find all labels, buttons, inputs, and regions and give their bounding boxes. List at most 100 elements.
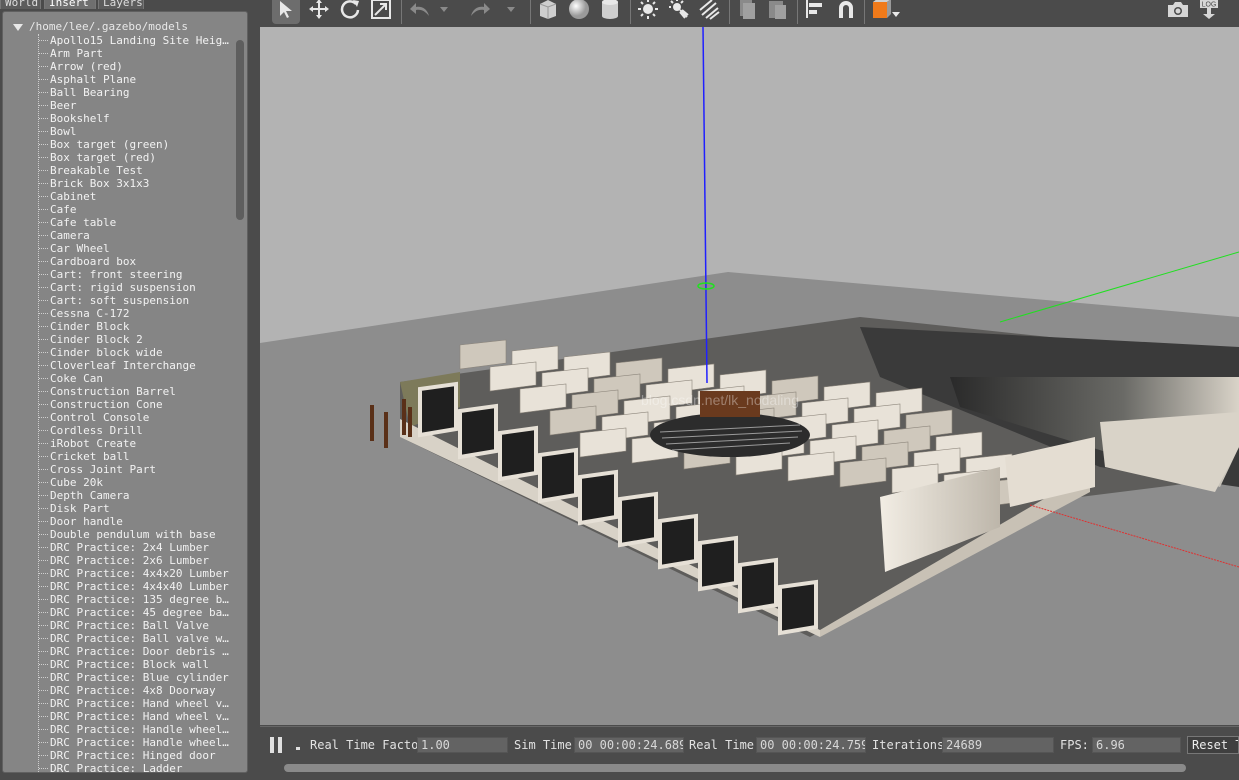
log-icon[interactable]: LOG bbox=[1196, 0, 1224, 24]
list-item[interactable]: Arrow (red) bbox=[39, 60, 235, 73]
undo-icon[interactable] bbox=[406, 0, 434, 24]
list-item[interactable]: Cart: front steering bbox=[39, 268, 235, 281]
copy-icon[interactable] bbox=[733, 0, 761, 24]
tab-insert[interactable]: Insert bbox=[44, 0, 96, 9]
list-item[interactable]: Cross Joint Part bbox=[39, 463, 235, 476]
list-item[interactable]: Beer bbox=[39, 99, 235, 112]
scene-viewport[interactable]: blog.csdn.net/lk_nodaling bbox=[260, 27, 1239, 725]
list-item[interactable]: Cloverleaf Interchange bbox=[39, 359, 235, 372]
align-icon[interactable] bbox=[801, 0, 829, 24]
list-item[interactable]: DRC Practice: Block wall bbox=[39, 658, 235, 671]
list-item[interactable]: DRC Practice: Ball valve wall bbox=[39, 632, 235, 645]
list-item[interactable]: DRC Practice: Hinged door bbox=[39, 749, 235, 762]
paste-icon[interactable] bbox=[763, 0, 791, 24]
list-item[interactable]: Cart: rigid suspension bbox=[39, 281, 235, 294]
screenshot-icon[interactable] bbox=[1164, 0, 1192, 24]
tab-layers[interactable]: Layers bbox=[98, 0, 144, 9]
translate-icon[interactable] bbox=[305, 0, 333, 24]
list-item[interactable]: Camera bbox=[39, 229, 235, 242]
view-angle-icon[interactable] bbox=[868, 0, 902, 24]
undo-history-icon[interactable] bbox=[436, 0, 452, 24]
expand-arrow-icon[interactable] bbox=[13, 23, 23, 31]
list-item[interactable]: Car Wheel bbox=[39, 242, 235, 255]
list-item-label: Car Wheel bbox=[50, 242, 110, 255]
list-item[interactable]: Cafe table bbox=[39, 216, 235, 229]
list-item[interactable]: Cinder Block 2 bbox=[39, 333, 235, 346]
list-item[interactable]: Apollo15 Landing Site Heightmap bbox=[39, 34, 235, 47]
list-item[interactable]: Cafe bbox=[39, 203, 235, 216]
list-item[interactable]: DRC Practice: 4x4x20 Lumber bbox=[39, 567, 235, 580]
list-item[interactable]: Control Console bbox=[39, 411, 235, 424]
list-item[interactable]: Cardboard box bbox=[39, 255, 235, 268]
list-item[interactable]: Construction Cone bbox=[39, 398, 235, 411]
list-item[interactable]: Cinder block wide bbox=[39, 346, 235, 359]
directional-light-icon[interactable] bbox=[695, 0, 723, 24]
tree-branch-line bbox=[39, 157, 48, 158]
list-item[interactable]: Cessna C-172 bbox=[39, 307, 235, 320]
list-item[interactable]: Bowl bbox=[39, 125, 235, 138]
list-item[interactable]: Bookshelf bbox=[39, 112, 235, 125]
scale-icon[interactable] bbox=[367, 0, 395, 24]
list-item[interactable]: DRC Practice: Ladder bbox=[39, 762, 235, 772]
list-item[interactable]: Cube 20k bbox=[39, 476, 235, 489]
rotate-icon[interactable] bbox=[336, 0, 364, 24]
select-arrow-icon[interactable] bbox=[272, 0, 300, 24]
list-item[interactable]: Arm Part bbox=[39, 47, 235, 60]
list-item[interactable]: DRC Practice: Handle wheel valve bbox=[39, 723, 235, 736]
model-tree[interactable]: /home/lee/.gazebo/models Apollo15 Landin… bbox=[2, 11, 248, 773]
tree-branch-line bbox=[39, 378, 48, 379]
list-item[interactable]: Disk Part bbox=[39, 502, 235, 515]
list-item[interactable]: Cordless Drill bbox=[39, 424, 235, 437]
list-item[interactable]: Cinder Block bbox=[39, 320, 235, 333]
list-item[interactable]: DRC Practice: Blue cylinder bbox=[39, 671, 235, 684]
pause-icon[interactable] bbox=[270, 737, 286, 753]
toolbar-separator bbox=[729, 0, 730, 24]
list-item[interactable]: Cabinet bbox=[39, 190, 235, 203]
list-item[interactable]: Cricket ball bbox=[39, 450, 235, 463]
step-icon[interactable] bbox=[296, 747, 300, 750]
redo-icon[interactable] bbox=[466, 0, 494, 24]
list-item[interactable]: DRC Practice: Handle wheel valve wall bbox=[39, 736, 235, 749]
cylinder-shape-icon[interactable] bbox=[596, 0, 624, 24]
list-item[interactable]: DRC Practice: 2x4 Lumber bbox=[39, 541, 235, 554]
list-item[interactable]: Box target (green) bbox=[39, 138, 235, 151]
redo-history-icon[interactable] bbox=[503, 0, 519, 24]
list-item[interactable]: DRC Practice: 135 degree barrier bbox=[39, 593, 235, 606]
list-item[interactable]: DRC Practice: 4x8 Doorway bbox=[39, 684, 235, 697]
viewport-scrollbar[interactable] bbox=[284, 764, 1186, 772]
list-item[interactable]: DRC Practice: Door debris base bbox=[39, 645, 235, 658]
list-item[interactable]: Asphalt Plane bbox=[39, 73, 235, 86]
list-item[interactable]: Coke Can bbox=[39, 372, 235, 385]
snap-icon[interactable] bbox=[832, 0, 860, 24]
tree-root[interactable]: /home/lee/.gazebo/models bbox=[13, 20, 188, 33]
tab-world[interactable]: World bbox=[0, 0, 41, 9]
tree-branch-line bbox=[39, 131, 48, 132]
list-item[interactable]: Cart: soft suspension bbox=[39, 294, 235, 307]
sphere-shape-icon[interactable] bbox=[565, 0, 593, 24]
list-item[interactable]: DRC Practice: Hand wheel valve wall bbox=[39, 710, 235, 723]
sim-time-label: Sim Time: bbox=[514, 738, 580, 752]
list-item[interactable]: Box target (red) bbox=[39, 151, 235, 164]
list-item[interactable]: Depth Camera bbox=[39, 489, 235, 502]
list-item[interactable]: DRC Practice: Hand wheel valve bbox=[39, 697, 235, 710]
list-item[interactable]: Breakable Test bbox=[39, 164, 235, 177]
box-shape-icon[interactable] bbox=[534, 0, 562, 24]
tree-branch-line bbox=[39, 690, 48, 691]
tree-scrollbar[interactable] bbox=[236, 40, 244, 770]
list-item[interactable]: DRC Practice: Ball Valve bbox=[39, 619, 235, 632]
reset-time-button[interactable]: Reset Time bbox=[1187, 736, 1239, 754]
list-item-label: Brick Box 3x1x3 bbox=[50, 177, 150, 190]
tree-scrollbar-thumb[interactable] bbox=[236, 40, 244, 220]
spot-light-icon[interactable] bbox=[665, 0, 693, 24]
list-item[interactable]: DRC Practice: 4x4x40 Lumber bbox=[39, 580, 235, 593]
list-item[interactable]: DRC Practice: 2x6 Lumber bbox=[39, 554, 235, 567]
point-light-icon[interactable] bbox=[634, 0, 662, 24]
list-item[interactable]: Construction Barrel bbox=[39, 385, 235, 398]
list-item[interactable]: DRC Practice: 45 degree barrier bbox=[39, 606, 235, 619]
toolbar: LOG bbox=[260, 0, 1239, 27]
list-item[interactable]: Double pendulum with base bbox=[39, 528, 235, 541]
list-item[interactable]: Ball Bearing bbox=[39, 86, 235, 99]
list-item[interactable]: Brick Box 3x1x3 bbox=[39, 177, 235, 190]
list-item[interactable]: iRobot Create bbox=[39, 437, 235, 450]
list-item[interactable]: Door handle bbox=[39, 515, 235, 528]
